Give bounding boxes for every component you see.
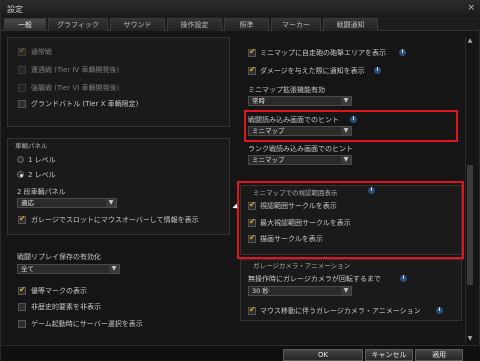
checkbox-grand-battle[interactable] <box>18 100 26 108</box>
checkbox-garage-slot-info[interactable] <box>18 214 26 224</box>
checkbox-mastery-marks[interactable] <box>18 285 26 295</box>
label-server-select: ゲーム起動時にサーバー選択を表示 <box>31 320 143 328</box>
radio-2-level[interactable] <box>17 171 24 178</box>
label-minimap-artillery-area: ミニマップに自走砲の砲撃エリアを表示 <box>260 49 386 57</box>
replay-dropdown[interactable]: 全て ▼ <box>17 264 120 274</box>
highlight-box-view-range <box>237 181 464 259</box>
label-grand-battle: グランドバトル (Tier X 車輌限定) <box>31 100 139 108</box>
close-icon[interactable]: × <box>467 3 475 13</box>
checkbox-minimap-artillery-area[interactable] <box>248 47 256 57</box>
checkbox-hide-non-historical[interactable] <box>18 303 26 311</box>
radio-1-level[interactable] <box>17 156 24 163</box>
checkbox-encounter[interactable] <box>18 66 26 74</box>
tab-markers[interactable]: マーカー <box>271 18 321 31</box>
ok-button[interactable]: OK <box>283 349 363 361</box>
chevron-down-icon: ▼ <box>341 287 351 295</box>
garage-camera-header: ガレージカメラ・アニメーション <box>253 262 351 270</box>
label-garage-slot-info: ガレージでスロットにマウスオーバーして情報を表示 <box>31 216 199 224</box>
tab-battle-notifications[interactable]: 戦闘通知 <box>323 18 378 31</box>
minimap-zoom-value: 常時 <box>252 97 265 105</box>
label-standard-battle: 通常戦 <box>31 48 52 56</box>
garage-camera-idle-label: 無操作時にガレージカメラが回転するまで <box>248 275 381 283</box>
label-1-level: 1 レベル <box>28 156 56 164</box>
info-icon[interactable]: i <box>400 275 407 282</box>
chevron-down-icon: ▼ <box>341 156 351 164</box>
info-icon[interactable]: i <box>436 307 443 314</box>
scroll-down-icon[interactable]: ▼ <box>466 335 474 343</box>
rank-hint-label: ランク戦読み込み画面でのヒント <box>248 145 353 153</box>
tab-aim[interactable]: 照準 <box>224 18 269 31</box>
checkbox-server-select[interactable] <box>18 320 26 328</box>
window-title: 設定 <box>7 5 23 14</box>
label-encounter: 遭遇戦 (Tier IV 車輌開発後) <box>31 66 120 74</box>
label-mouse-camera-animation: マウス移動に伴うガレージカメラ・アニメーション <box>260 307 421 315</box>
label-mastery-marks: 優等マークの表示 <box>31 287 87 295</box>
tab-graphics[interactable]: グラフィック <box>48 18 108 31</box>
chevron-down-icon: ▼ <box>106 199 116 207</box>
tab-general[interactable]: 一般 <box>4 18 46 31</box>
highlight-box-loading-hint <box>244 110 458 142</box>
minimap-zoom-dropdown[interactable]: 常時 ▼ <box>248 96 352 106</box>
settings-window: 設定 × 一般 グラフィック サウンド 操作設定 照準 マーカー 戦闘通知 通常… <box>0 0 480 361</box>
chevron-down-icon: ▼ <box>109 265 119 273</box>
garage-camera-idle-dropdown[interactable]: 30 秒 ▼ <box>248 286 352 296</box>
replay-value: 全て <box>21 265 34 273</box>
checkbox-standard-battle[interactable] <box>18 46 26 56</box>
label-2-level: 2 レベル <box>28 171 56 179</box>
two-level-panel-value: 適応 <box>21 199 34 207</box>
scroll-up-icon[interactable]: ▲ <box>466 37 474 45</box>
minimap-zoom-label: ミニマップ拡張機能有効 <box>248 86 325 94</box>
label-damage-notify: ダメージを与えた際に通知を表示 <box>260 67 365 75</box>
info-icon[interactable]: i <box>374 67 381 74</box>
label-assault: 強襲戦 (Tier VI 車輌開発後) <box>31 84 120 92</box>
info-icon[interactable]: i <box>399 49 406 56</box>
two-level-panel-label: 2 段車輌パネル <box>17 188 66 196</box>
vehicle-panel-header: 車輌パネル <box>15 142 48 150</box>
tab-bar: 一般 グラフィック サウンド 操作設定 照準 マーカー 戦闘通知 <box>1 17 480 31</box>
tab-controls[interactable]: 操作設定 <box>167 18 222 31</box>
two-level-panel-dropdown[interactable]: 適応 ▼ <box>17 198 117 208</box>
label-hide-non-historical: 非歴史的要素を非表示 <box>31 303 101 311</box>
button-bar: OK キャンセル 適用 <box>1 345 480 361</box>
scroll-thumb[interactable] <box>467 165 473 285</box>
cancel-button[interactable]: キャンセル <box>365 349 413 361</box>
title-bar: 設定 × <box>1 1 480 17</box>
checkbox-mouse-camera-animation[interactable] <box>248 305 256 315</box>
rank-hint-value: ミニマップ <box>252 156 285 164</box>
tab-sound[interactable]: サウンド <box>110 18 165 31</box>
checkbox-damage-notify[interactable] <box>248 65 256 75</box>
apply-button[interactable]: 適用 <box>415 349 463 361</box>
replay-label: 戦闘リプレイ保存の有効化 <box>17 253 101 261</box>
rank-hint-dropdown[interactable]: ミニマップ ▼ <box>248 155 352 165</box>
garage-camera-idle-value: 30 秒 <box>252 287 269 295</box>
chevron-down-icon: ▼ <box>341 97 351 105</box>
checkbox-assault[interactable] <box>18 84 26 92</box>
scrollbar[interactable]: ▲ ▼ <box>465 37 473 343</box>
